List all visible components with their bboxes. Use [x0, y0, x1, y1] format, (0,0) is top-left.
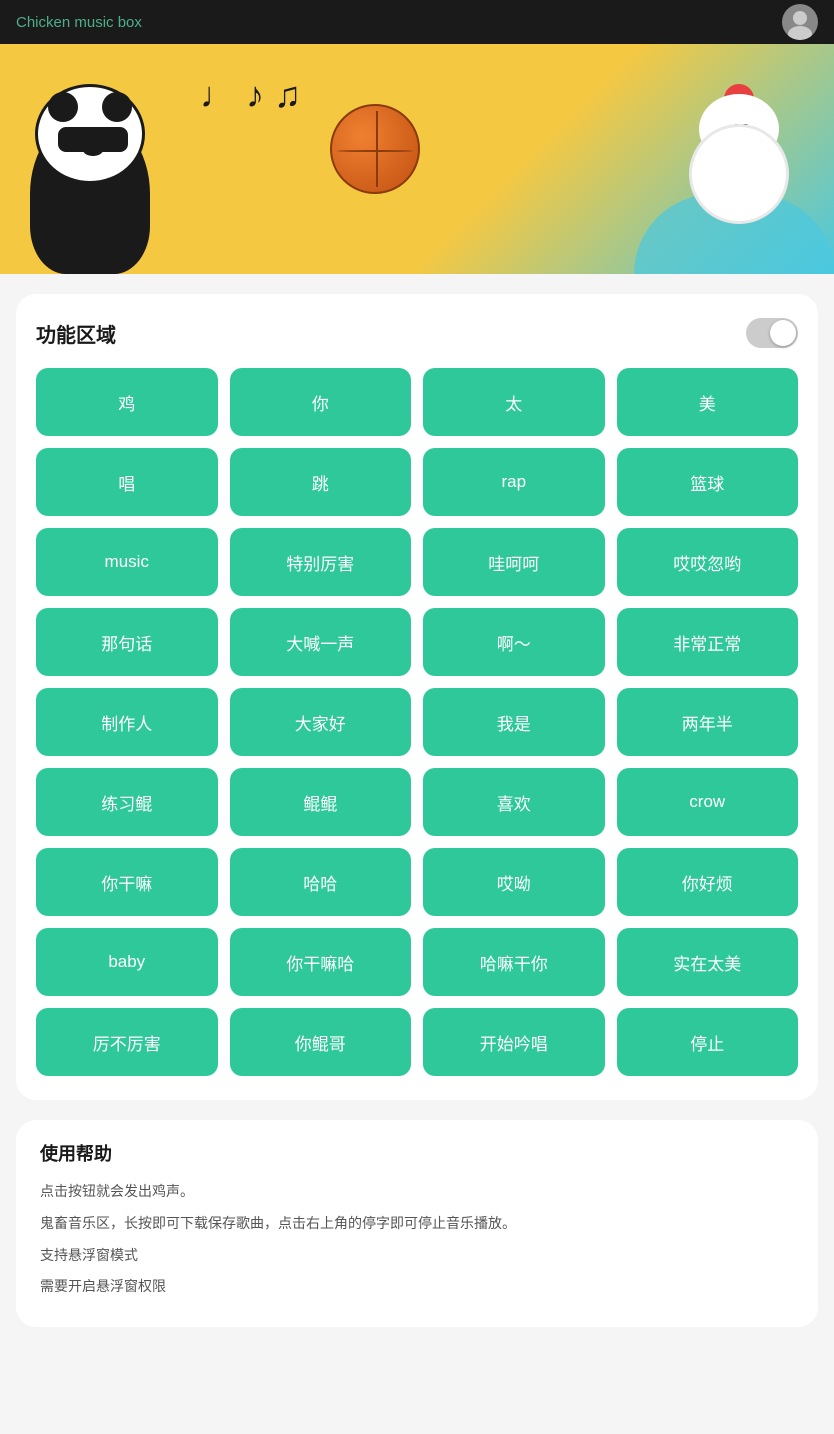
music-button-27[interactable]: 你好烦	[617, 848, 799, 916]
music-button-18[interactable]: 我是	[423, 688, 605, 756]
panda-figure	[20, 74, 190, 274]
music-button-14[interactable]: 啊～	[423, 608, 605, 676]
help-card: 使用帮助 点击按钮就会发出鸡声。鬼畜音乐区，长按即可下载保存歌曲，点击右上角的停…	[16, 1120, 818, 1327]
music-button-32[interactable]: 厉不厉害	[36, 1008, 218, 1076]
music-button-30[interactable]: 哈嘛干你	[423, 928, 605, 996]
music-button-10[interactable]: 哇呵呵	[423, 528, 605, 596]
music-button-3[interactable]: 美	[617, 368, 799, 436]
music-button-4[interactable]: 唱	[36, 448, 218, 516]
music-button-21[interactable]: 鲲鲲	[230, 768, 412, 836]
toggle-knob	[770, 320, 796, 346]
section-header: 功能区域	[36, 318, 798, 348]
music-button-15[interactable]: 非常正常	[617, 608, 799, 676]
music-buttons-grid: 鸡你太美唱跳rap篮球 music特别厉害哇呵呵哎哎忽哟那句话大喊一声啊～非常正常…	[36, 368, 798, 1076]
music-button-8[interactable]: music	[36, 528, 218, 596]
music-button-2[interactable]: 太	[423, 368, 605, 436]
music-button-7[interactable]: 篮球	[617, 448, 799, 516]
section-title: 功能区域	[36, 319, 116, 348]
chicken-character	[674, 84, 804, 224]
music-button-26[interactable]: 哎呦	[423, 848, 605, 916]
music-button-29[interactable]: 你干嘛哈	[230, 928, 412, 996]
music-button-6[interactable]: rap	[423, 448, 605, 516]
help-line-3: 需要开启悬浮窗权限	[40, 1275, 794, 1299]
music-button-24[interactable]: 你干嘛	[36, 848, 218, 916]
music-button-11[interactable]: 哎哎忽哟	[617, 528, 799, 596]
music-button-20[interactable]: 练习鲲	[36, 768, 218, 836]
music-notes-icon: ♩♪♫	[200, 74, 311, 116]
help-title: 使用帮助	[40, 1140, 794, 1166]
help-line-1: 鬼畜音乐区，长按即可下载保存歌曲，点击右上角的停字即可停止音乐播放。	[40, 1212, 794, 1236]
music-button-5[interactable]: 跳	[230, 448, 412, 516]
help-line-2: 支持悬浮窗模式	[40, 1244, 794, 1268]
music-button-25[interactable]: 哈哈	[230, 848, 412, 916]
music-button-9[interactable]: 特别厉害	[230, 528, 412, 596]
music-button-19[interactable]: 两年半	[617, 688, 799, 756]
help-line-0: 点击按钮就会发出鸡声。	[40, 1180, 794, 1204]
user-avatar[interactable]	[782, 4, 818, 40]
music-button-17[interactable]: 大家好	[230, 688, 412, 756]
app-header: Chicken music box	[0, 0, 834, 44]
music-button-13[interactable]: 大喊一声	[230, 608, 412, 676]
app-title: Chicken music box	[16, 14, 142, 31]
banner: ♩♪♫	[0, 44, 834, 274]
music-button-1[interactable]: 你	[230, 368, 412, 436]
music-button-0[interactable]: 鸡	[36, 368, 218, 436]
music-button-34[interactable]: 开始吟唱	[423, 1008, 605, 1076]
music-button-33[interactable]: 你鲲哥	[230, 1008, 412, 1076]
music-button-28[interactable]: baby	[36, 928, 218, 996]
main-card: 功能区域 鸡你太美唱跳rap篮球 music特别厉害哇呵呵哎哎忽哟那句话大喊一声啊…	[16, 294, 818, 1100]
music-button-12[interactable]: 那句话	[36, 608, 218, 676]
feature-toggle[interactable]	[746, 318, 798, 348]
music-button-16[interactable]: 制作人	[36, 688, 218, 756]
music-button-35[interactable]: 停止	[617, 1008, 799, 1076]
music-button-31[interactable]: 实在太美	[617, 928, 799, 996]
basketball-icon	[330, 104, 420, 194]
music-button-22[interactable]: 喜欢	[423, 768, 605, 836]
music-button-23[interactable]: crow	[617, 768, 799, 836]
